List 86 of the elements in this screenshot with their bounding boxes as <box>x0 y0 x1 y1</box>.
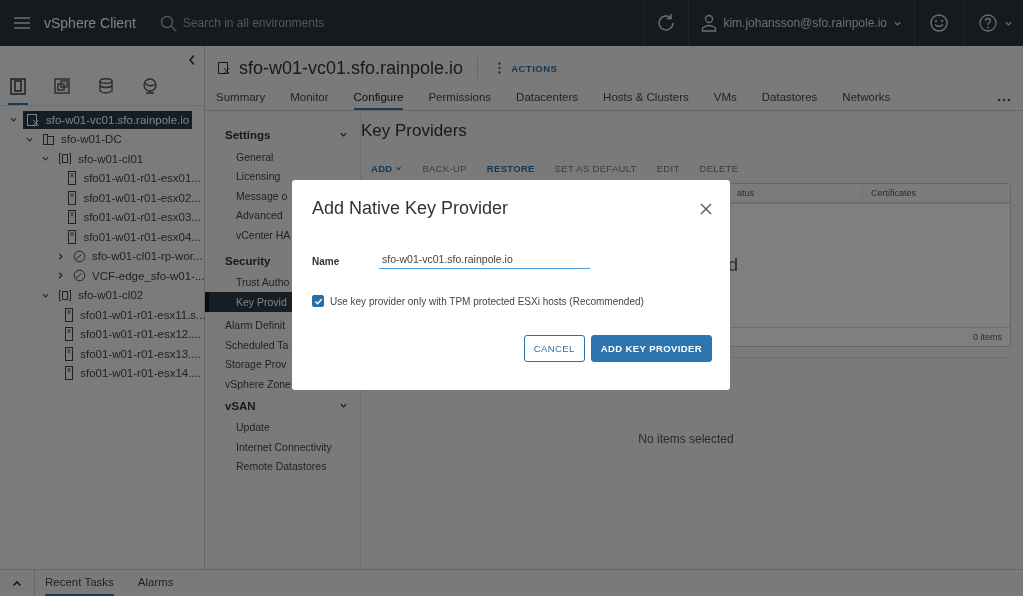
server-icon <box>67 171 78 186</box>
checkbox[interactable] <box>312 295 324 307</box>
cluster-icon <box>58 152 72 166</box>
user-menu[interactable]: kim.johansson@sfo.rainpole.io <box>688 0 914 46</box>
server-icon <box>64 346 75 361</box>
cluster-icon <box>58 288 72 302</box>
tree-item[interactable]: sfo01-w01-r01-esx14.... <box>61 364 204 383</box>
server-icon <box>67 190 78 205</box>
menu-icon <box>13 16 31 30</box>
tree-item[interactable]: sfo01-w01-r01-esx12.... <box>61 325 204 344</box>
tree-item[interactable]: sfo01-w01-r01-esx01... <box>64 169 204 188</box>
page-title: Key Providers <box>361 121 468 142</box>
help-icon <box>978 13 998 33</box>
tab[interactable]: Summary <box>216 91 266 110</box>
tree-item[interactable]: sfo01-w01-r01-esx02... <box>64 188 204 207</box>
server-icon <box>64 327 75 342</box>
tree-item[interactable]: sfo01-w01-r01-esx03... <box>64 208 204 227</box>
add-button[interactable]: ADD KEY PROVIDER <box>590 335 712 362</box>
user-icon <box>701 14 718 32</box>
nav-item[interactable]: Licensing <box>205 166 360 186</box>
server-console-icon <box>26 112 40 127</box>
more-vertical-icon <box>498 62 502 74</box>
tree-item[interactable]: sfo-w01-cl01 <box>55 150 147 168</box>
tab[interactable]: VMs <box>713 91 737 110</box>
dialog-title: Add Native Key Provider <box>312 198 509 219</box>
building-icon <box>42 132 55 146</box>
nav-item[interactable]: Trust Autho <box>205 272 360 292</box>
cancel-button[interactable]: CANCEL <box>523 335 585 362</box>
nav-item[interactable]: vSphere Zone <box>205 374 360 394</box>
tab[interactable]: Alarms <box>137 570 174 596</box>
tab[interactable]: Datastores <box>761 91 818 110</box>
tree-item[interactable]: sfo01-w01-r01-esx04... <box>64 227 204 246</box>
tree-item[interactable]: sfo-w01-DC <box>39 130 125 148</box>
nav-item[interactable]: Update <box>205 417 360 437</box>
tree-item[interactable]: sfo-w01-cl01-rp-wor... <box>70 247 206 265</box>
expand-chevron-icon[interactable] <box>40 154 50 164</box>
expand-chevron-icon[interactable] <box>56 271 65 281</box>
tab[interactable]: Monitor <box>290 91 329 110</box>
server-console-icon <box>217 61 231 75</box>
server-icon <box>64 366 75 381</box>
gauge-icon <box>73 269 86 283</box>
tree-item[interactable]: VCF-edge_sfo-w01-... <box>70 267 208 285</box>
gauge-icon <box>73 249 86 263</box>
tab[interactable]: Hosts & Clusters <box>603 91 689 110</box>
chevron-up-icon <box>12 579 22 587</box>
tab[interactable]: Recent Tasks <box>45 570 114 596</box>
toolbar-button[interactable]: ADD <box>371 159 403 177</box>
field-label: Name <box>312 255 341 267</box>
server-icon <box>67 229 78 244</box>
tree-item[interactable]: sfo-w01-cl02 <box>55 286 147 304</box>
nav-item[interactable]: Remote Datastores <box>205 456 360 476</box>
section-header: Security <box>225 254 271 267</box>
expand-chevron-icon[interactable] <box>56 251 65 261</box>
actions-button[interactable]: ACTIONS <box>492 61 564 75</box>
tab[interactable]: Permissions <box>428 91 492 110</box>
chevron-icon[interactable] <box>339 130 348 139</box>
nav-item[interactable]: vCenter HA <box>205 225 360 245</box>
empty-detail-message: No items selected <box>638 431 734 446</box>
tree-item[interactable]: sfo01-w01-r01-esx13.... <box>61 344 204 363</box>
section-header: Settings <box>225 129 271 141</box>
column-header[interactable]: Certificates <box>862 188 1010 198</box>
more-icon[interactable] <box>997 98 1011 102</box>
server-icon <box>67 210 78 225</box>
nav-item[interactable]: General <box>205 147 360 167</box>
expand-chevron-icon[interactable] <box>8 115 18 125</box>
item-count: 0 items <box>973 332 1002 342</box>
toolbar-button[interactable]: RESTORE <box>486 159 535 177</box>
refresh-icon <box>656 13 677 33</box>
name-field[interactable]: sfo-w01-vc01.sfo.rainpole.io <box>379 253 590 269</box>
tab[interactable]: Configure <box>353 91 404 110</box>
close-button[interactable] <box>700 202 712 215</box>
collapse-icon[interactable] <box>188 54 196 66</box>
nav-item[interactable]: Internet Connectivity <box>205 437 360 457</box>
hosts-icon[interactable] <box>8 76 28 105</box>
server-icon <box>64 307 74 322</box>
tree-item[interactable]: sfo-w01-vc01.sfo.rainpole.io <box>23 110 193 129</box>
app-title: vSphere Client <box>44 15 136 31</box>
object-title: sfo-w01-vc01.sfo.rainpole.io <box>239 57 464 79</box>
nav-item[interactable]: Scheduled Ta <box>205 335 360 355</box>
section-header: vSAN <box>225 399 256 412</box>
nav-item[interactable]: Storage Prov <box>205 354 360 374</box>
search-icon <box>159 14 177 32</box>
tab[interactable]: Networks <box>842 91 891 110</box>
search-field[interactable]: Search in all environments <box>182 16 483 30</box>
tab[interactable]: Datacenters <box>516 91 579 110</box>
smiley-icon <box>929 13 949 33</box>
